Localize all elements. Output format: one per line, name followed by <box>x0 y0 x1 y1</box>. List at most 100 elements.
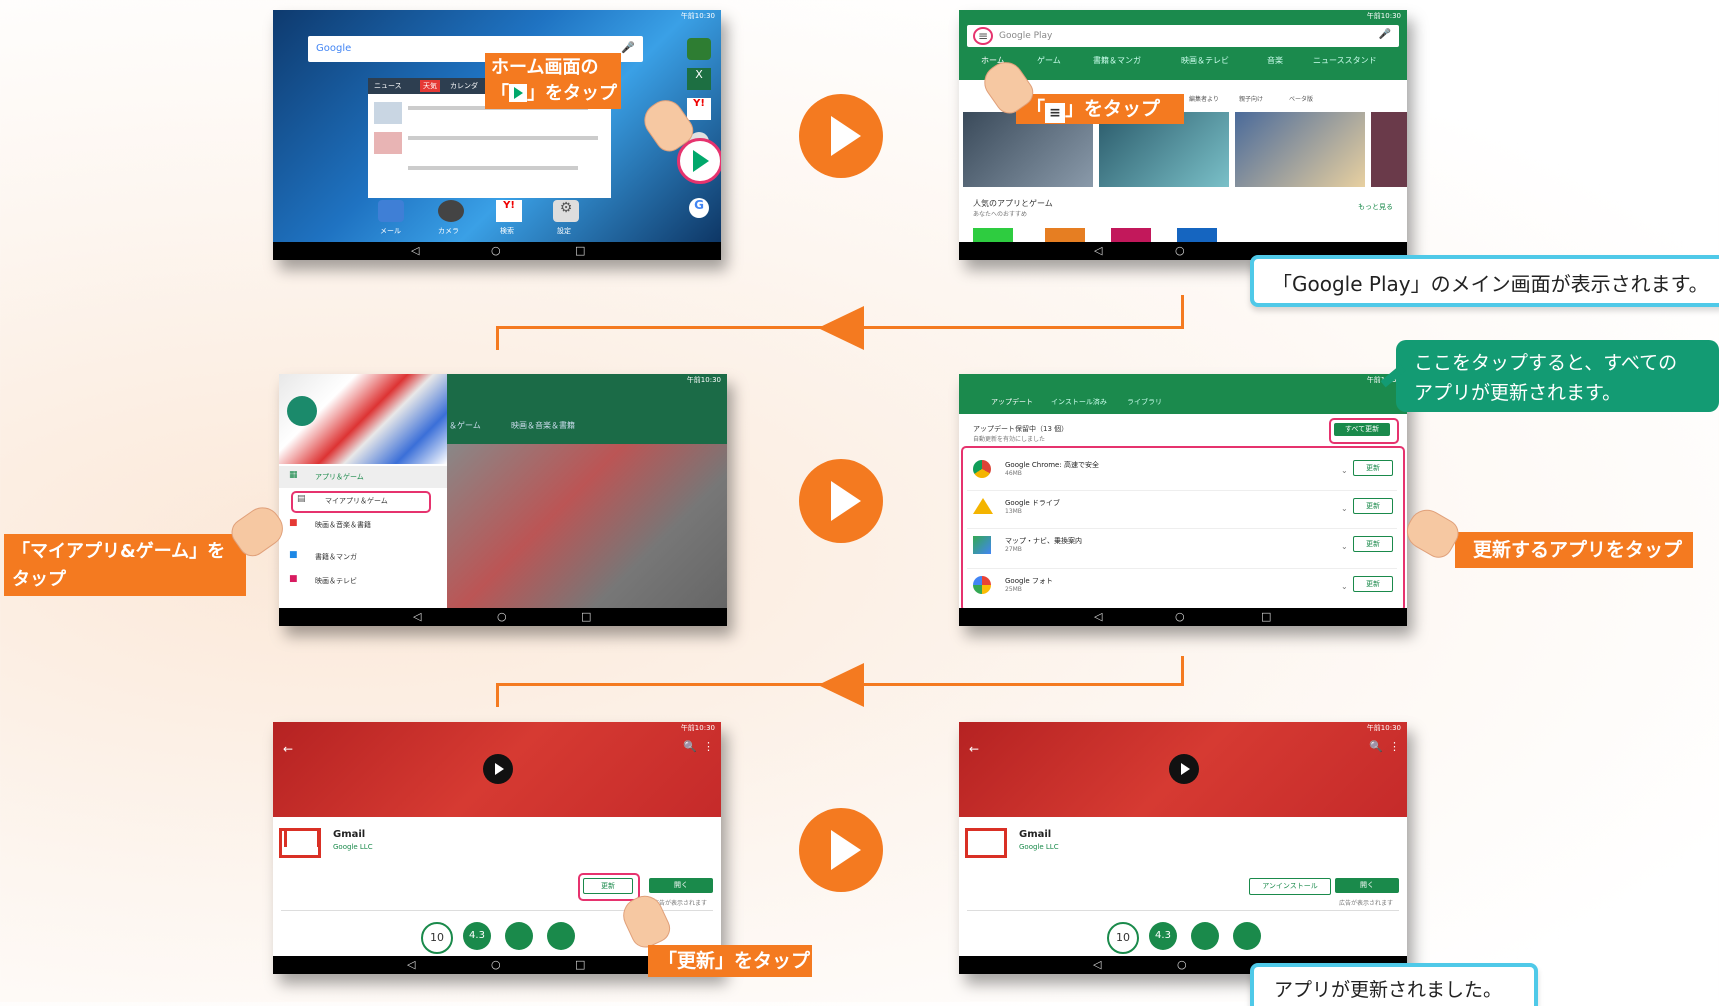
play-search-input[interactable]: Google Play <box>999 31 1052 41</box>
home-icon[interactable]: ○ <box>491 244 501 257</box>
recents-icon[interactable]: □ <box>575 244 585 257</box>
update-button[interactable]: 更新 <box>1353 576 1393 592</box>
ads-notice: 広告が表示されます <box>1339 900 1394 907</box>
tab-updates[interactable]: アップデート <box>991 397 1033 407</box>
step3-label-line1: 「マイアプリ&ゲーム」を <box>12 541 226 562</box>
weather-app-icon[interactable] <box>687 38 711 60</box>
chevron-down-icon[interactable]: ⌄ <box>1341 466 1348 475</box>
category-badge-icon <box>505 922 533 950</box>
menu-item-movies[interactable]: 映画＆テレビ <box>315 576 357 586</box>
home-icon[interactable]: ○ <box>1175 244 1185 257</box>
tab-installed[interactable]: インストール済み <box>1051 397 1107 407</box>
widget-tab-calendar[interactable]: カレンダ <box>450 81 478 91</box>
chevron-down-icon[interactable]: ⌄ <box>1341 504 1348 513</box>
step4-callout-line1: ここをタップすると、すべての <box>1414 352 1678 374</box>
play-store-icon-inline <box>509 84 527 102</box>
more-vert-icon[interactable]: ⋮ <box>703 740 714 753</box>
back-arrow-icon[interactable]: ← <box>969 742 979 756</box>
search-icon[interactable]: 🔍 <box>683 740 697 753</box>
open-button[interactable]: 開く <box>649 878 713 893</box>
update-all-button[interactable]: すべて更新 <box>1334 423 1390 436</box>
menu-item-media[interactable]: 映画＆音楽＆書籍 <box>315 520 371 530</box>
chip-beta[interactable]: ベータ版 <box>1289 94 1313 103</box>
category-badge-icon <box>1191 922 1219 950</box>
rating-badge: 4.3 <box>463 922 491 950</box>
flow-connector-2-down <box>496 683 499 707</box>
next-arrow-icon <box>799 808 883 892</box>
video-play-icon[interactable] <box>1169 754 1199 784</box>
video-play-icon[interactable] <box>483 754 513 784</box>
yahoo-search-icon[interactable]: Y! <box>496 200 522 222</box>
yahoo-icon[interactable]: Y! <box>687 98 711 120</box>
section-subtitle: あなたへのおすすめ <box>973 211 1028 218</box>
tab-movies[interactable]: 映画＆テレビ <box>1181 55 1229 66</box>
chevron-down-icon[interactable]: ⌄ <box>1341 582 1348 591</box>
home-icon[interactable]: ○ <box>491 958 501 971</box>
settings-icon[interactable]: ⚙ <box>553 200 579 222</box>
widget-tab-weather[interactable]: 天気 <box>420 80 440 92</box>
google-icon[interactable]: G <box>689 198 709 218</box>
chip-family[interactable]: 親子向け <box>1239 94 1263 103</box>
app-row-drive[interactable]: Google ドライブ 13MB ⌄ 更新 <box>967 492 1397 529</box>
hamburger-menu-icon[interactable]: ≡ <box>973 27 994 45</box>
back-icon[interactable]: ◁ <box>411 244 419 257</box>
featured-banner-4[interactable] <box>1371 112 1407 187</box>
uninstall-button[interactable]: アンインストール <box>1249 878 1331 895</box>
more-link[interactable]: もっと見る <box>1358 202 1393 212</box>
app-title: Gmail <box>1019 829 1052 840</box>
tab-newsstand[interactable]: ニューススタンド <box>1313 55 1377 66</box>
menu-item-apps-games[interactable]: アプリ＆ゲーム <box>315 472 364 482</box>
step2-instruction-label: 「≡ 」をタップ <box>1016 94 1184 124</box>
mic-icon[interactable]: 🎤 <box>1379 29 1391 40</box>
play-store-icon[interactable] <box>677 138 721 184</box>
tab-music[interactable]: 音楽 <box>1267 55 1283 66</box>
back-icon[interactable]: ◁ <box>407 958 415 971</box>
recents-icon[interactable]: □ <box>575 958 585 971</box>
flow-arrow-icon <box>818 663 864 707</box>
recents-icon[interactable]: □ <box>581 610 591 623</box>
update-button[interactable]: 更新 <box>1353 460 1393 476</box>
excel-icon[interactable]: X <box>687 68 711 90</box>
play-search-bar[interactable]: ≡ Google Play 🎤 <box>967 25 1399 47</box>
step1-label-line1: ホーム画面の <box>491 57 599 78</box>
app-row-photos[interactable]: Google フォト 25MB ⌄ 更新 <box>967 572 1397 606</box>
search-icon[interactable]: 🔍 <box>1369 740 1383 753</box>
camera-icon[interactable] <box>438 200 464 222</box>
widget-tab-news[interactable]: ニュース <box>374 81 402 91</box>
developer-name[interactable]: Google LLC <box>1019 843 1059 851</box>
status-bar: 午前10:30 <box>1366 12 1401 20</box>
flow-arrow-icon <box>818 306 864 350</box>
back-icon[interactable]: ◁ <box>1093 958 1101 971</box>
open-button[interactable]: 開く <box>1335 878 1399 893</box>
back-icon[interactable]: ◁ <box>413 610 421 623</box>
back-arrow-icon[interactable]: ← <box>283 742 293 756</box>
step4-screenshot: 午前10:30 アップデート インストール済み ライブラリ アップデート保留中（… <box>959 374 1407 626</box>
update-button[interactable]: 更新 <box>583 878 633 894</box>
tab-library[interactable]: ライブラリ <box>1127 397 1162 407</box>
developer-name[interactable]: Google LLC <box>333 843 373 851</box>
featured-banner-3[interactable] <box>1235 112 1365 187</box>
home-icon[interactable]: ○ <box>1177 958 1187 971</box>
update-button[interactable]: 更新 <box>1353 536 1393 552</box>
app-row-maps[interactable]: マップ・ナビ、乗換案内 27MB ⌄ 更新 <box>967 532 1397 569</box>
dimmed-tab-games: ＆ゲーム <box>449 421 481 430</box>
mic-icon[interactable]: 🎤 <box>621 41 635 54</box>
more-vert-icon[interactable]: ⋮ <box>1389 740 1400 753</box>
avatar[interactable] <box>287 396 317 426</box>
flow-connector-1 <box>1181 295 1184 329</box>
recents-icon[interactable]: □ <box>1261 610 1271 623</box>
tab-games[interactable]: ゲーム <box>1037 55 1061 66</box>
dock-label-settings: 設定 <box>557 227 571 235</box>
home-icon[interactable]: ○ <box>1175 610 1185 623</box>
menu-item-books[interactable]: 書籍＆マンガ <box>315 552 357 562</box>
back-icon[interactable]: ◁ <box>1094 244 1102 257</box>
chip-editors[interactable]: 編集者より <box>1189 94 1219 103</box>
back-icon[interactable]: ◁ <box>1094 610 1102 623</box>
app-row-chrome[interactable]: Google Chrome: 高速で安全 46MB ⌄ 更新 <box>967 454 1397 491</box>
home-icon[interactable]: ○ <box>497 610 507 623</box>
chevron-down-icon[interactable]: ⌄ <box>1341 542 1348 551</box>
mail-icon[interactable] <box>378 200 404 222</box>
next-arrow-icon <box>799 459 883 543</box>
update-button[interactable]: 更新 <box>1353 498 1393 514</box>
tab-books[interactable]: 書籍＆マンガ <box>1093 55 1141 66</box>
